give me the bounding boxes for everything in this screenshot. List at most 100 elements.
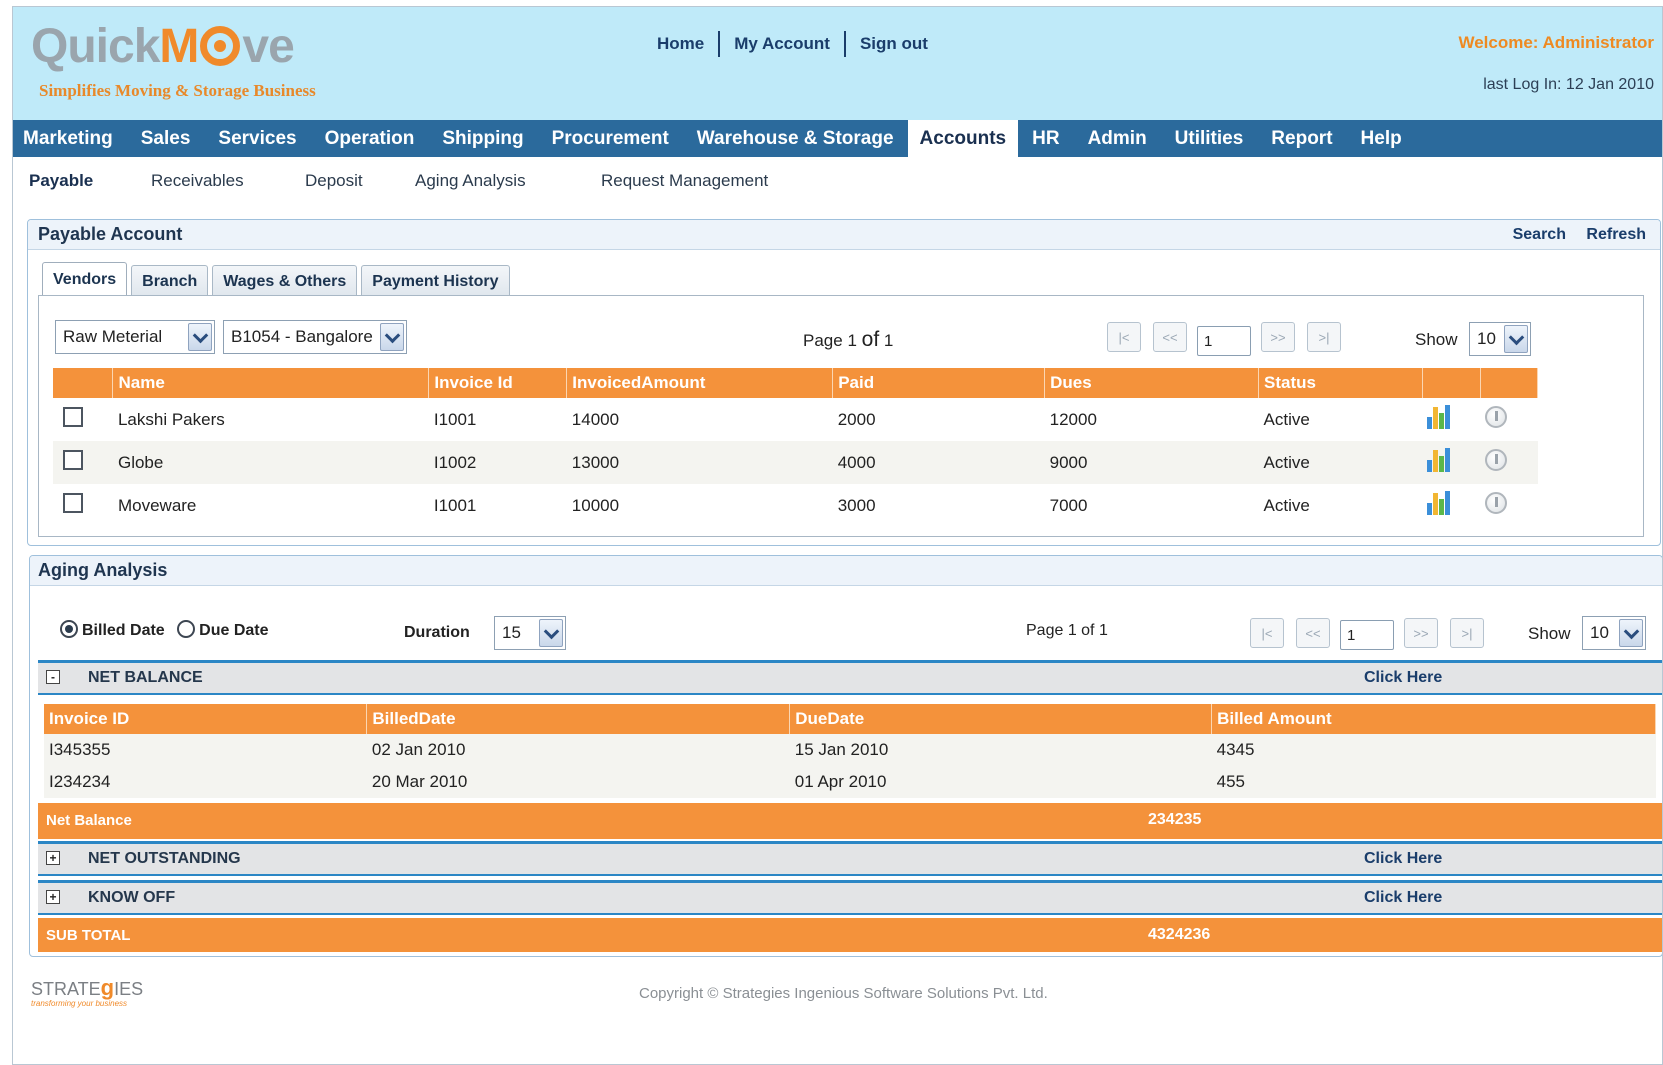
last-page-button[interactable]: >| (1307, 322, 1341, 352)
click-here-link[interactable]: Click Here (1364, 850, 1442, 868)
bar-chart-icon[interactable] (1427, 448, 1451, 472)
strategies-logo[interactable]: STRATEgIES (31, 975, 143, 1001)
col-name[interactable]: Name (112, 368, 430, 398)
expand-icon[interactable]: + (46, 890, 60, 904)
col-billed-date[interactable]: BilledDate (366, 704, 791, 734)
next-page-button[interactable]: >> (1404, 618, 1438, 648)
branch-select[interactable]: B1054 - Bangalore (223, 320, 407, 354)
col-paid[interactable]: Paid (832, 368, 1046, 398)
search-link[interactable]: Search (1513, 226, 1566, 243)
cell-status: Active (1263, 409, 1310, 429)
header: QuickM ve Simplifies Moving & Storage Bus… (13, 7, 1662, 120)
nav-procurement[interactable]: Procurement (538, 120, 683, 157)
cell-dues: 7000 (1049, 495, 1088, 515)
nav-sales[interactable]: Sales (127, 120, 205, 157)
nav-report[interactable]: Report (1257, 120, 1346, 157)
aging-analysis-panel: Aging Analysis Billed Date Due Date Dura… (29, 555, 1662, 957)
subnav-receivables[interactable]: Receivables (151, 171, 244, 191)
info-icon[interactable] (1485, 449, 1508, 471)
col-due-date[interactable]: DueDate (789, 704, 1213, 734)
home-link[interactable]: Home (643, 34, 718, 54)
subnav-request-management[interactable]: Request Management (601, 171, 768, 191)
subnav-aging-analysis[interactable]: Aging Analysis (415, 171, 526, 191)
due-date-radio[interactable]: Due Date (177, 620, 269, 639)
nav-warehouse-storage[interactable]: Warehouse & Storage (683, 120, 908, 157)
brand-tagline: Simplifies Moving & Storage Business (39, 81, 316, 100)
payable-tabs: Vendors Branch Wages & Others Payment Hi… (42, 262, 514, 297)
nav-help[interactable]: Help (1347, 120, 1416, 157)
page-number-input[interactable]: 1 (1197, 326, 1251, 356)
col-status[interactable]: Status (1258, 368, 1423, 398)
subnav-deposit[interactable]: Deposit (305, 171, 363, 191)
row-checkbox[interactable] (63, 493, 83, 513)
quickmove-logo[interactable]: QuickM ve Simplifies Moving & Storage Bus… (27, 21, 367, 116)
refresh-link[interactable]: Refresh (1586, 226, 1646, 243)
cell-due-date: 15 Jan 2010 (789, 734, 1212, 766)
my-account-link[interactable]: My Account (720, 34, 844, 54)
nav-shipping[interactable]: Shipping (428, 120, 537, 157)
billed-date-radio[interactable]: Billed Date (60, 620, 165, 639)
click-here-link[interactable]: Click Here (1364, 669, 1442, 687)
duration-select[interactable]: 15 (494, 616, 566, 650)
subnav-payable[interactable]: Payable (29, 171, 93, 191)
expand-icon[interactable]: + (46, 851, 60, 865)
panel-title: Aging Analysis (38, 560, 168, 580)
prev-page-button[interactable]: << (1153, 322, 1187, 352)
col-invoiced-amount[interactable]: InvoicedAmount (566, 368, 834, 398)
collapse-icon[interactable]: - (46, 670, 60, 684)
select-column-header (53, 368, 114, 398)
cell-billed-amount: 455 (1211, 766, 1656, 798)
cell-status: Active (1258, 441, 1423, 484)
last-page-button[interactable]: >| (1450, 618, 1484, 648)
tab-branch[interactable]: Branch (131, 265, 209, 297)
first-page-button[interactable]: |< (1107, 322, 1141, 352)
cell-name: Lakshi Pakers (117, 409, 225, 429)
info-icon[interactable] (1485, 406, 1508, 428)
net-outstanding-group[interactable]: + NET OUTSTANDING Click Here (38, 841, 1662, 876)
col-invoice-id[interactable]: Invoice Id (428, 368, 568, 398)
col-chart (1422, 368, 1481, 398)
chevron-down-icon (1504, 325, 1528, 353)
click-here-link[interactable]: Click Here (1364, 889, 1442, 907)
payable-account-panel: Payable Account Search Refresh Vendors B… (27, 219, 1661, 546)
page-size-select[interactable]: 10 (1469, 322, 1531, 356)
chevron-down-icon (188, 323, 212, 351)
net-balance-group[interactable]: - NET BALANCE Click Here (38, 660, 1662, 695)
nav-marketing[interactable]: Marketing (13, 120, 127, 157)
sign-out-link[interactable]: Sign out (846, 34, 942, 54)
cell-invoice-id: I1002 (428, 441, 567, 484)
footer-logo-tagline: transforming your business (31, 999, 128, 1008)
cell-billed-date: 20 Mar 2010 (366, 766, 790, 798)
col-dues[interactable]: Dues (1044, 368, 1260, 398)
col-invoice-id[interactable]: Invoice ID (44, 704, 368, 734)
page-size-select[interactable]: 10 (1582, 616, 1646, 650)
nav-utilities[interactable]: Utilities (1161, 120, 1258, 157)
tab-vendors[interactable]: Vendors (42, 262, 128, 297)
col-billed-amount[interactable]: Billed Amount (1211, 704, 1656, 734)
next-page-button[interactable]: >> (1261, 322, 1295, 352)
bar-chart-icon[interactable] (1427, 405, 1451, 429)
radio-selected-icon (60, 620, 78, 638)
row-checkbox[interactable] (63, 407, 83, 427)
bar-chart-icon[interactable] (1427, 491, 1451, 515)
net-balance-value: 234235 (1148, 811, 1202, 828)
nav-admin[interactable]: Admin (1074, 120, 1161, 157)
group-label: NET OUTSTANDING (88, 850, 241, 867)
nav-hr[interactable]: HR (1018, 120, 1073, 157)
cell-invoice-id: I345355 (44, 734, 367, 766)
page-number-input[interactable]: 1 (1340, 620, 1394, 650)
tab-payment-history[interactable]: Payment History (361, 265, 510, 297)
know-off-group[interactable]: + KNOW OFF Click Here (38, 880, 1662, 915)
first-page-button[interactable]: |< (1250, 618, 1284, 648)
tab-wages-others[interactable]: Wages & Others (212, 265, 358, 297)
nav-operation[interactable]: Operation (311, 120, 429, 157)
nav-services[interactable]: Services (204, 120, 310, 157)
prev-page-button[interactable]: << (1296, 618, 1330, 648)
vendors-tab-content: Raw Meterial B1054 - Bangalore Page 1 of… (38, 295, 1644, 537)
nav-accounts[interactable]: Accounts (907, 120, 1019, 157)
row-checkbox[interactable] (63, 450, 83, 470)
info-icon[interactable] (1485, 492, 1508, 514)
material-type-select[interactable]: Raw Meterial (55, 320, 215, 354)
sub-total-row: SUB TOTAL 4324236 (38, 918, 1662, 952)
group-label: KNOW OFF (88, 889, 176, 906)
